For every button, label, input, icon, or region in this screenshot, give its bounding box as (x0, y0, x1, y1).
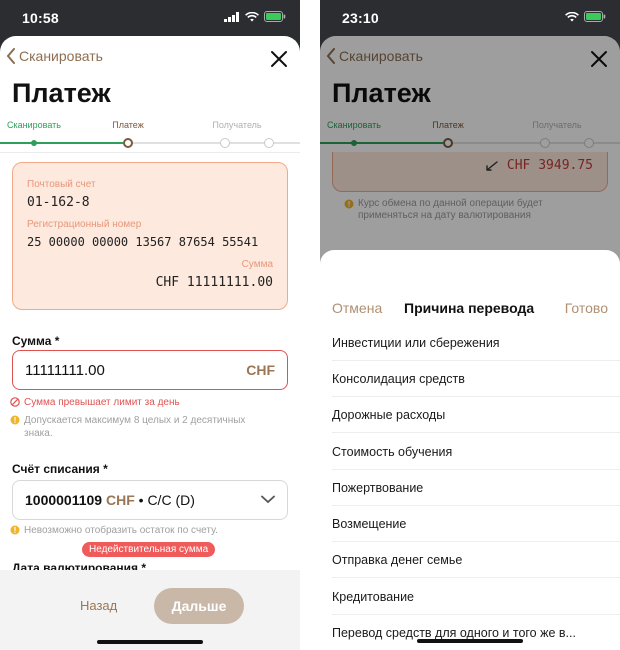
battery-icon (584, 11, 606, 22)
next-button[interactable]: Дальше (154, 588, 244, 624)
postal-account-value: 01-162-8 (27, 195, 90, 210)
step-dot-payment (123, 138, 133, 148)
screenshot-stage: 10:58 Сканировать Платеж Сканировать Пла… (0, 0, 620, 650)
picker-option[interactable]: Консолидация средств (332, 361, 620, 397)
account-type: • C/C (D) (138, 492, 195, 508)
sum-label: Сумма (241, 259, 273, 270)
decimals-hint: Допускается максимум 8 целых и 2 десятич… (10, 414, 274, 440)
wifi-icon (565, 11, 579, 21)
picker-option[interactable]: Дорожные расходы (332, 397, 620, 433)
progress-stepper: Сканировать Платеж Получатель (0, 120, 300, 160)
step-dot-final (264, 138, 274, 148)
amount-field-label: Сумма * (12, 334, 60, 348)
amount-input-value: 11111111.00 (25, 362, 105, 379)
payment-sheet: Сканировать Платеж Сканировать Платеж По… (0, 36, 300, 650)
home-indicator (417, 639, 523, 643)
error-icon (10, 397, 20, 407)
decimals-hint-text: Допускается максимум 8 целых и 2 десятич… (24, 415, 246, 439)
amount-currency: CHF (246, 362, 275, 378)
chevron-down-icon (261, 495, 275, 504)
picker-title: Причина перевода (404, 300, 535, 316)
status-bar: 23:10 (320, 0, 620, 36)
picker-option[interactable]: Пожертвование (332, 470, 620, 506)
step-dot-recipient (220, 138, 230, 148)
phone-screen-right: 23:10 Сканировать Платеж Сканировать Пла… (320, 0, 620, 650)
reg-number-label: Регистрационный номер (27, 219, 142, 230)
transfer-reason-picker: Отмена Причина перевода Готово Инвестици… (320, 250, 620, 650)
scanned-slip-card: Почтовый счет 01-162-8 Регистрационный н… (12, 162, 288, 310)
step-label-recipient: Получатель (212, 120, 262, 130)
info-icon (10, 525, 20, 535)
back-nav-label: Сканировать (19, 48, 103, 64)
picker-option[interactable]: Стоимость обучения (332, 434, 620, 470)
stepper-divider (0, 152, 300, 153)
step-label-scan: Сканировать (7, 120, 61, 130)
invalid-amount-badge: Недействительная сумма (82, 542, 216, 557)
battery-icon (264, 11, 286, 22)
debit-account-value: 1000001109 CHF • C/C (D) (25, 492, 195, 508)
debit-account-select[interactable]: 1000001109 CHF • C/C (D) (12, 480, 288, 520)
error-message-text: Сумма превышает лимит за день (24, 397, 180, 408)
status-icons (224, 11, 286, 22)
page-title: Платеж (12, 78, 111, 108)
back-nav-button[interactable]: Сканировать (6, 48, 103, 64)
status-bar: 10:58 (0, 0, 300, 36)
balance-hint: Невозможно отобразить остаток по счету. (10, 524, 274, 537)
sum-value: CHF 11111111.00 (155, 275, 273, 290)
account-currency: CHF (105, 492, 135, 508)
back-button[interactable]: Назад (80, 598, 117, 613)
info-icon (10, 415, 20, 425)
chevron-left-icon (6, 48, 15, 64)
phone-screen-left: 10:58 Сканировать Платеж Сканировать Пла… (0, 0, 300, 650)
picker-cancel-button[interactable]: Отмена (332, 300, 382, 316)
step-line-done (0, 142, 123, 144)
signal-icon (224, 11, 239, 22)
status-icons (565, 11, 606, 22)
debit-account-label: Счёт списания * (12, 462, 108, 476)
picker-option[interactable]: Перевод средств для одного и того же в..… (332, 615, 620, 650)
picker-option[interactable]: Возмещение (332, 506, 620, 542)
amount-input[interactable]: 11111111.00 CHF (12, 350, 288, 390)
wifi-icon (245, 11, 259, 21)
close-icon[interactable] (270, 50, 288, 68)
status-time: 23:10 (342, 10, 379, 26)
home-indicator (97, 640, 203, 644)
picker-option[interactable]: Кредитование (332, 579, 620, 615)
picker-option[interactable]: Инвестиции или сбережения (332, 325, 620, 361)
step-label-payment: Платеж (112, 120, 144, 130)
status-time: 10:58 (22, 10, 59, 26)
account-number: 1000001109 (25, 492, 103, 508)
picker-option[interactable]: Отправка денег семье (332, 542, 620, 578)
action-footer: Назад Дальше (0, 570, 300, 650)
balance-hint-text: Невозможно отобразить остаток по счету. (24, 525, 218, 536)
error-message: Сумма превышает лимит за день (10, 396, 274, 409)
step-dot-scan (31, 140, 37, 146)
picker-done-button[interactable]: Готово (565, 300, 608, 316)
reg-number-value: 25 00000 00000 13567 87654 55541 (27, 235, 259, 249)
postal-account-label: Почтовый счет (27, 179, 96, 190)
